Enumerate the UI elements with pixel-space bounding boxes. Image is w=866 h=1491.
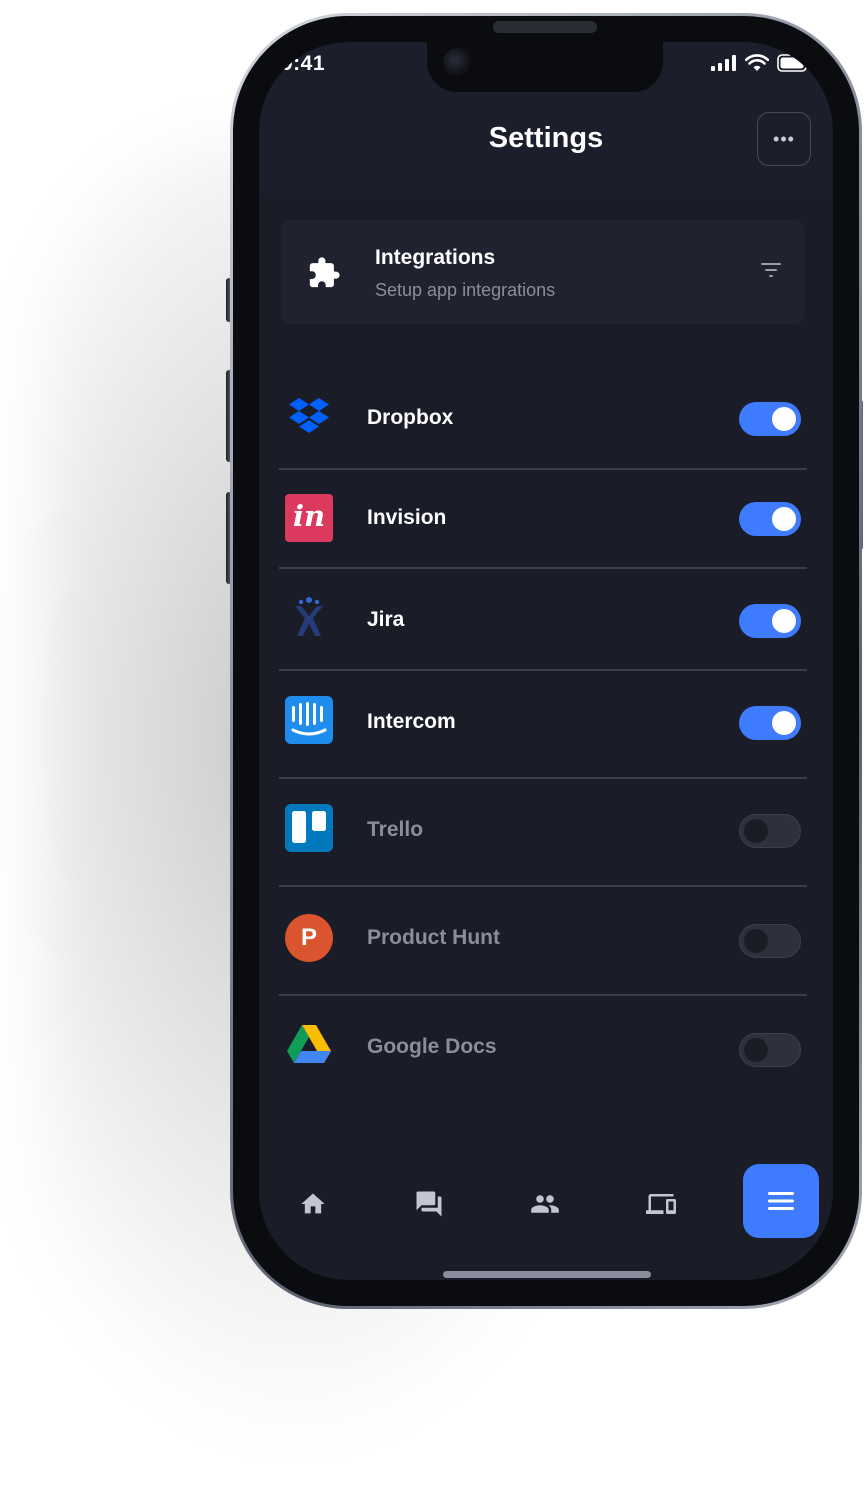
divider [279, 669, 807, 671]
toggle-invision[interactable] [739, 502, 801, 536]
divider [279, 994, 807, 996]
filter-icon[interactable] [761, 262, 781, 278]
wifi-icon [745, 54, 769, 71]
people-icon [531, 1195, 559, 1213]
product-hunt-icon-text: P [300, 924, 317, 951]
invision-icon: in [285, 494, 333, 542]
toggle-jira[interactable] [739, 604, 801, 638]
list-item-dropbox: Dropbox [279, 392, 807, 448]
product-hunt-icon: P [285, 914, 333, 962]
home-icon [301, 1193, 325, 1214]
row-label: Invision [367, 506, 447, 529]
menu-icon [768, 1192, 794, 1210]
page-title: Settings [488, 122, 604, 154]
section-subtitle: Setup app integrations [375, 280, 556, 300]
list-item-jira: Jira [279, 592, 807, 652]
nav-devices[interactable] [637, 1180, 685, 1228]
phone-bezel: 9:41 Settings ••• Integrations Setup app… [233, 16, 859, 1306]
invision-icon-text: in [292, 499, 326, 533]
front-camera [443, 48, 473, 78]
status-icons [711, 54, 811, 72]
dropbox-icon [289, 398, 329, 433]
list-item-product-hunt: P Product Hunt [279, 910, 807, 970]
battery-icon [777, 54, 810, 72]
toggle-product-hunt[interactable] [739, 924, 801, 958]
header: Settings ••• [259, 90, 833, 194]
row-label: Intercom [367, 710, 456, 733]
row-label: Product Hunt [367, 926, 500, 949]
devices-icon [646, 1194, 676, 1214]
divider [279, 885, 807, 887]
section-title: Integrations [375, 246, 496, 269]
toggle-google-docs[interactable] [739, 1033, 801, 1067]
phone-screen: 9:41 Settings ••• Integrations Setup app… [259, 42, 833, 1280]
row-label: Google Docs [367, 1035, 497, 1058]
toggle-intercom[interactable] [739, 706, 801, 740]
row-label: Jira [367, 608, 405, 631]
divider [279, 468, 807, 470]
list-item-trello: Trello [279, 802, 807, 862]
nav-home[interactable] [289, 1180, 337, 1228]
status-time: 9:41 [281, 52, 326, 75]
list-item-google-docs: Google Docs [279, 1019, 807, 1079]
list-item-intercom: Intercom [279, 694, 807, 754]
intercom-icon [285, 696, 333, 744]
phone-frame: 9:41 Settings ••• Integrations Setup app… [230, 13, 862, 1309]
nav-messages[interactable] [405, 1180, 453, 1228]
toggle-trello[interactable] [739, 814, 801, 848]
toggle-knob [744, 818, 768, 843]
list-item-invision: in Invision [279, 492, 807, 548]
google-drive-icon [287, 1025, 331, 1063]
toggle-knob [772, 407, 796, 431]
chat-icon [416, 1191, 442, 1217]
nav-people[interactable] [521, 1180, 569, 1228]
divider [279, 567, 807, 569]
toggle-dropbox[interactable] [739, 402, 801, 436]
toggle-knob [772, 711, 796, 735]
row-label: Dropbox [367, 406, 454, 429]
puzzle-icon [309, 257, 340, 288]
notch [427, 42, 663, 92]
bottom-nav [259, 1164, 833, 1244]
toggle-knob [772, 507, 796, 531]
toggle-knob [772, 609, 796, 633]
home-indicator[interactable] [443, 1271, 651, 1278]
trello-icon [285, 804, 333, 852]
jira-icon [295, 597, 323, 636]
toggle-knob [744, 1037, 768, 1062]
nav-menu[interactable] [743, 1164, 819, 1238]
divider [279, 777, 807, 779]
earpiece-speaker [493, 21, 597, 33]
signal-icon [711, 55, 736, 71]
integrations-section-header: Integrations Setup app integrations [281, 220, 805, 324]
more-options-button[interactable]: ••• [757, 112, 811, 166]
row-label: Trello [367, 818, 424, 841]
toggle-knob [744, 928, 768, 953]
